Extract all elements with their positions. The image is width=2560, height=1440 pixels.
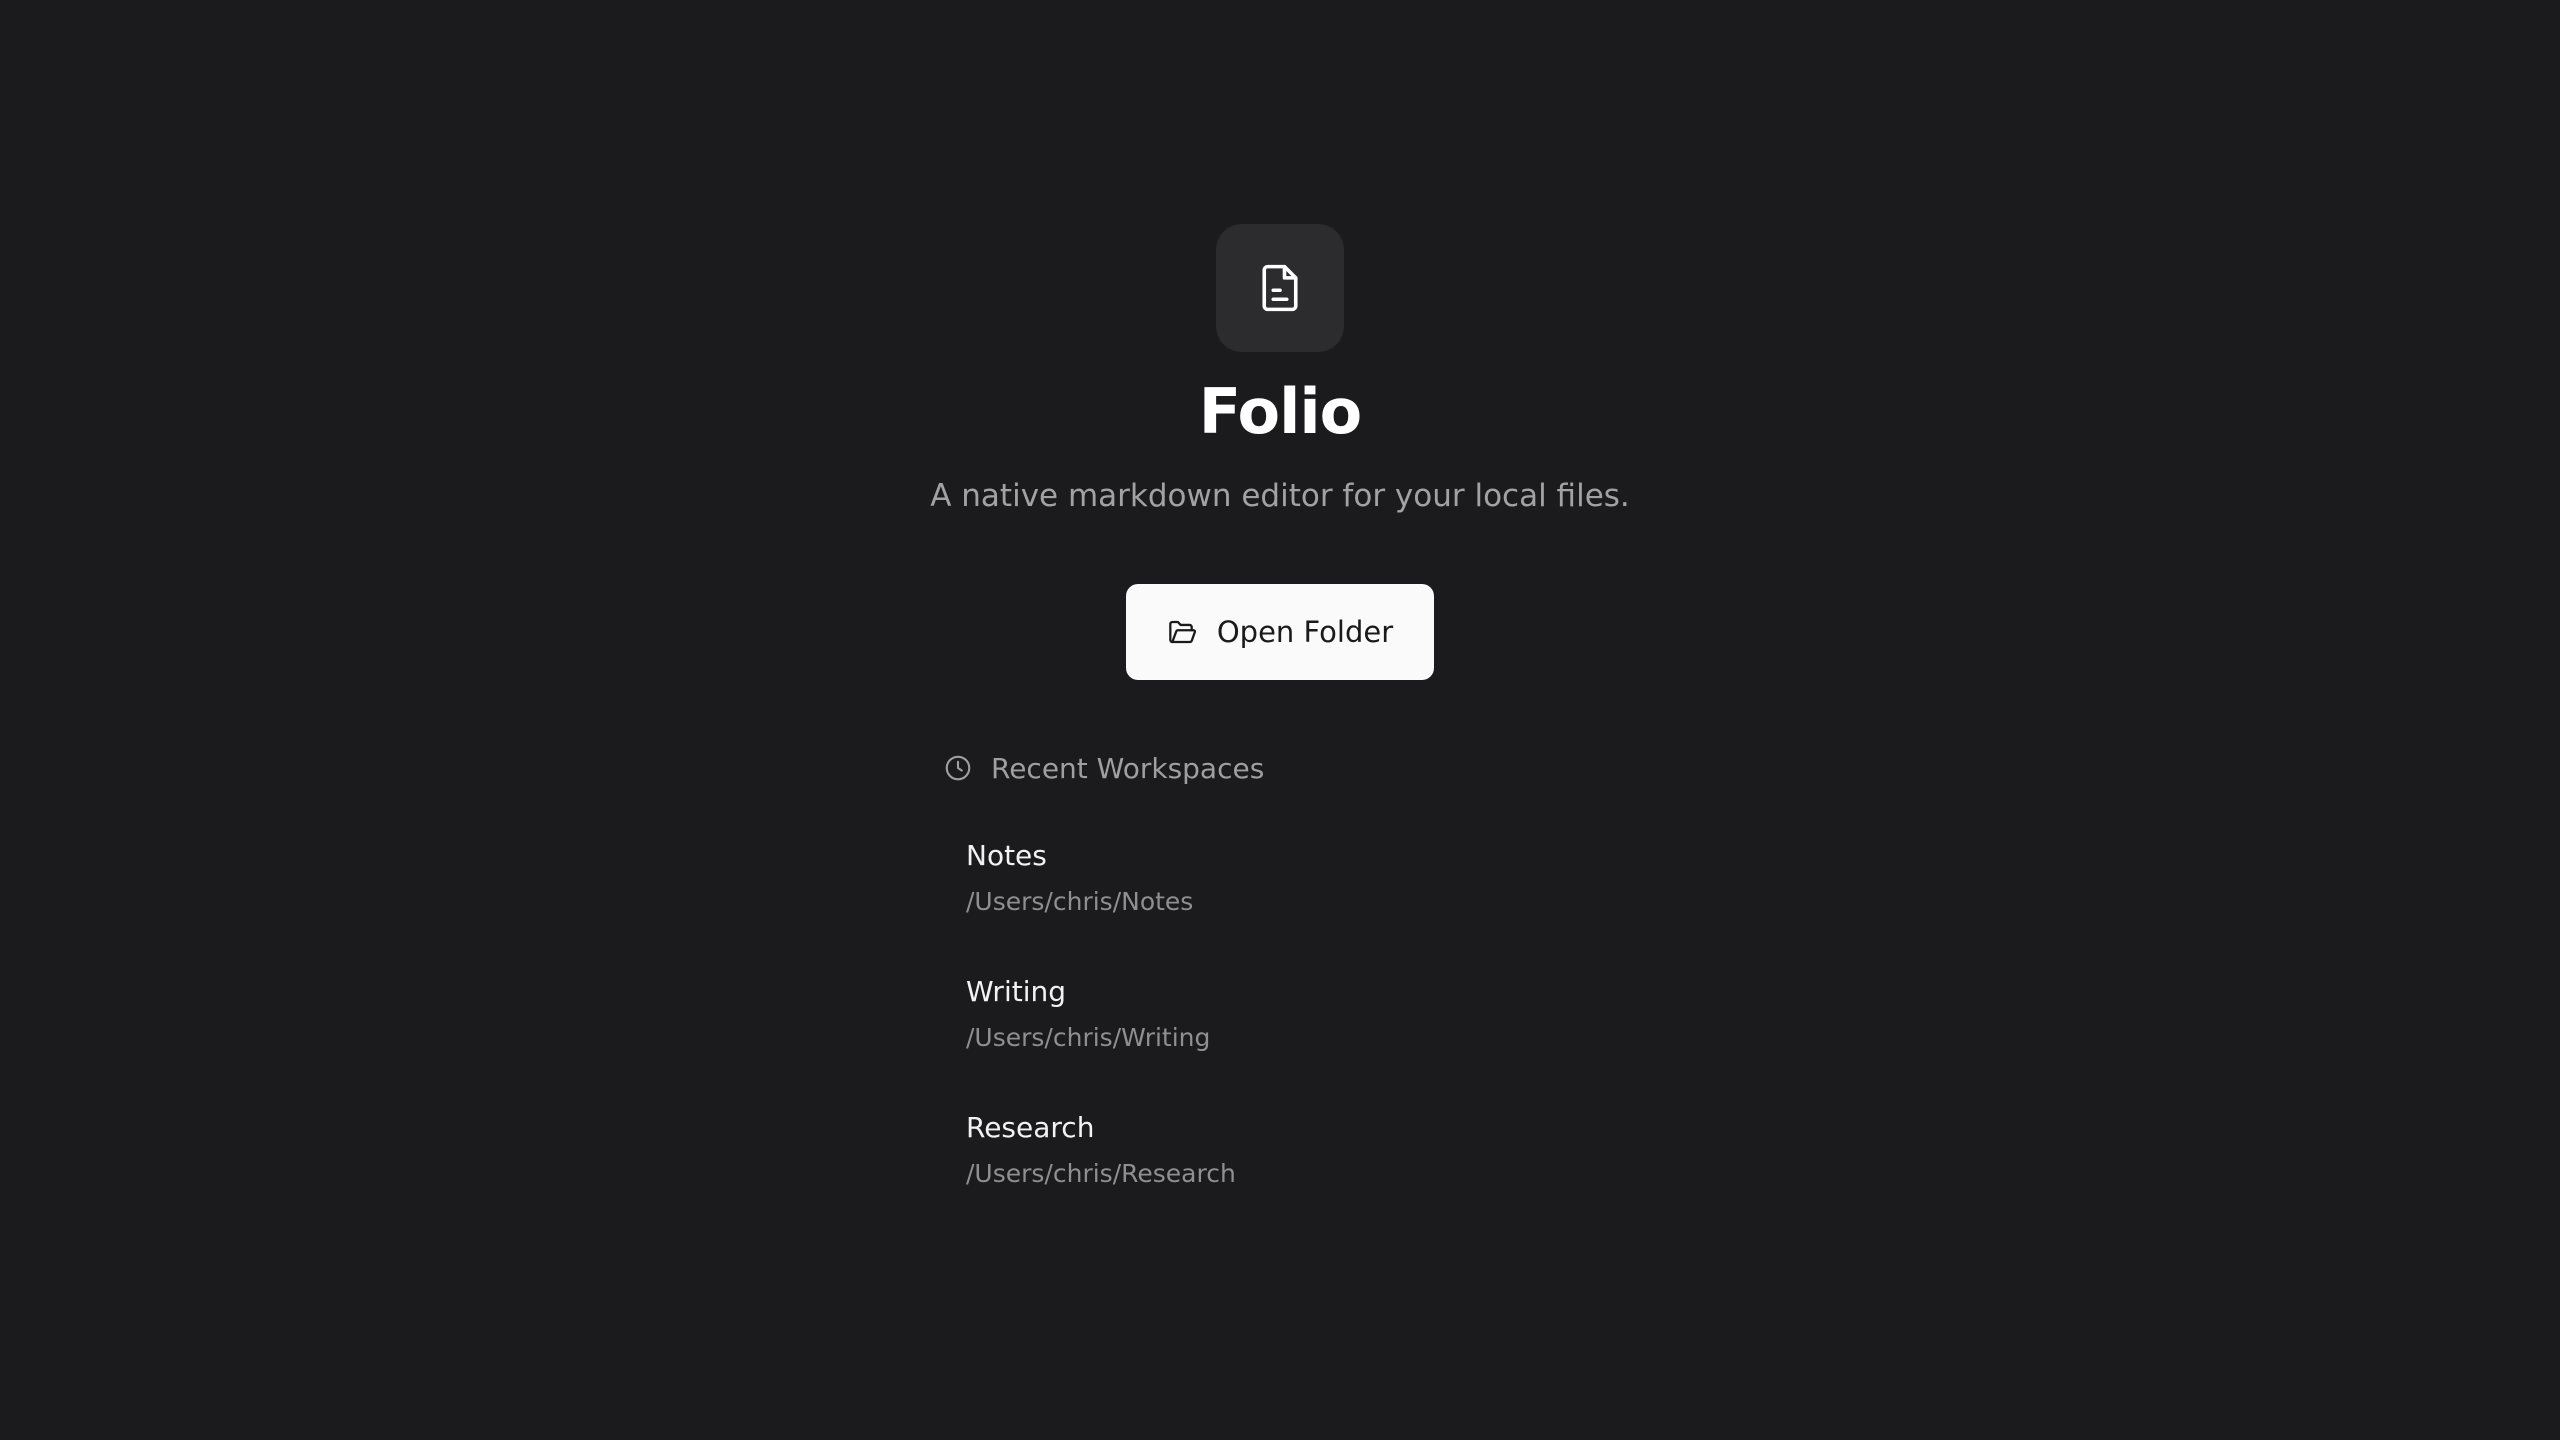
workspace-path: /Users/chris/Research — [966, 1159, 1236, 1188]
workspace-name: Writing — [966, 975, 1066, 1008]
welcome-screen: Folio A native markdown editor for your … — [0, 0, 2560, 1440]
workspace-item-notes[interactable]: Notes /Users/chris/Notes — [966, 836, 1606, 946]
workspace-path: /Users/chris/Writing — [966, 1023, 1211, 1052]
workspace-item-writing[interactable]: Writing /Users/chris/Writing — [966, 972, 1606, 1082]
app-title: Folio — [1198, 375, 1363, 448]
workspace-item-research[interactable]: Research /Users/chris/Research — [966, 1108, 1606, 1218]
open-folder-label: Open Folder — [1216, 615, 1394, 649]
document-icon — [1262, 264, 1298, 312]
workspace-name: Notes — [966, 839, 1047, 872]
app-tagline: A native markdown editor for your local … — [930, 478, 1630, 514]
recent-workspaces-header: Recent Workspaces — [943, 748, 1264, 788]
workspace-path: /Users/chris/Notes — [966, 887, 1194, 916]
clock-icon — [945, 755, 971, 781]
open-folder-button[interactable]: Open Folder — [1126, 584, 1434, 680]
recent-workspaces-heading: Recent Workspaces — [991, 751, 1265, 785]
workspace-name: Research — [966, 1111, 1095, 1144]
app-logo — [1216, 224, 1344, 352]
folder-open-icon — [1169, 620, 1196, 644]
